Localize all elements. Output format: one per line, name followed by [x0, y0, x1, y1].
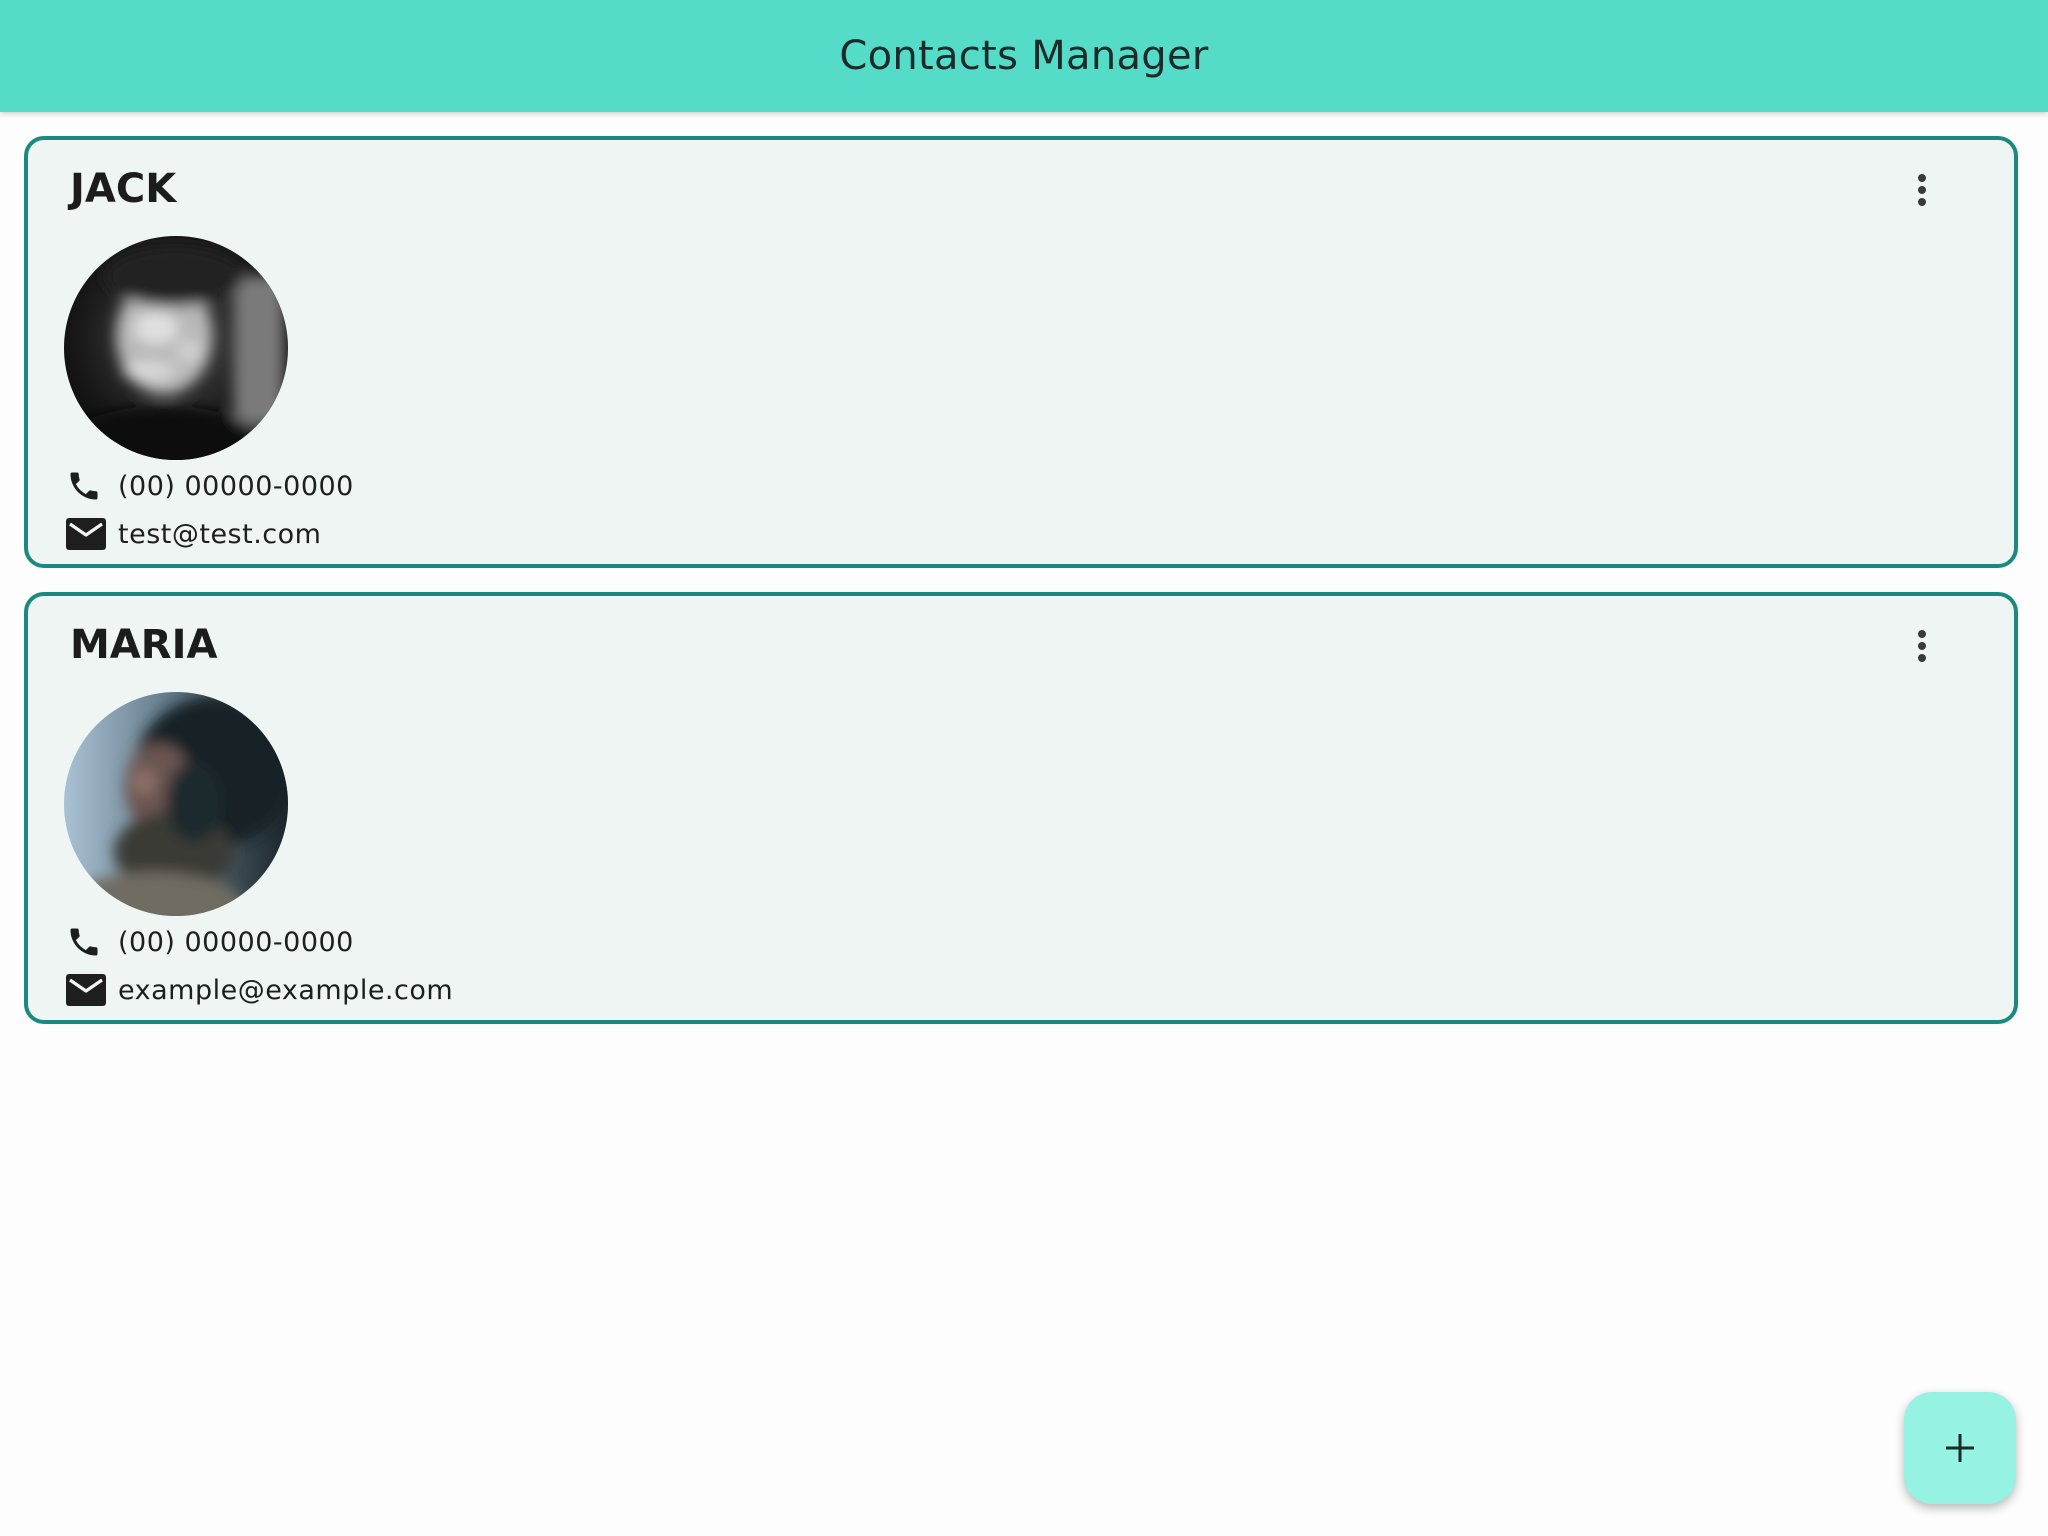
more-vert-icon — [1918, 630, 1926, 662]
contact-card[interactable]: JACK (00) 00000-0000 test@test.com — [24, 136, 2018, 568]
contact-name: JACK — [70, 166, 177, 212]
phone-row[interactable]: (00) 00000-0000 — [66, 922, 354, 962]
mail-icon — [66, 514, 108, 554]
contact-name: MARIA — [70, 622, 218, 668]
email-address: test@test.com — [118, 518, 322, 550]
add-contact-button[interactable] — [1904, 1392, 2016, 1504]
app-bar: Contacts Manager — [0, 0, 2048, 112]
phone-icon — [66, 922, 108, 962]
avatar — [64, 692, 288, 916]
phone-number: (00) 00000-0000 — [118, 926, 354, 958]
phone-row[interactable]: (00) 00000-0000 — [66, 466, 354, 506]
contact-menu-button[interactable] — [1902, 624, 1942, 668]
contact-card[interactable]: MARIA (00) 00000-0000 example@example.co… — [24, 592, 2018, 1024]
avatar — [64, 236, 288, 460]
contact-menu-button[interactable] — [1902, 168, 1942, 212]
page-title: Contacts Manager — [839, 33, 1209, 79]
email-row[interactable]: test@test.com — [66, 514, 321, 554]
plus-icon — [1946, 1434, 1974, 1462]
more-vert-icon — [1918, 174, 1926, 206]
phone-icon — [66, 466, 108, 506]
phone-number: (00) 00000-0000 — [118, 470, 354, 502]
email-address: example@example.com — [118, 974, 454, 1006]
email-row[interactable]: example@example.com — [66, 970, 453, 1010]
mail-icon — [66, 970, 108, 1010]
